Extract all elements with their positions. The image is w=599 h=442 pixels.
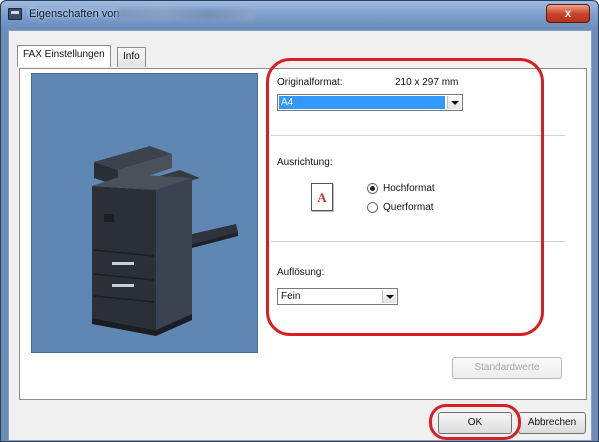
title-bar[interactable]: Eigenschaften von x — [1, 1, 598, 29]
original-format-label: Originalformat: — [277, 77, 343, 88]
original-format-value: A4 — [281, 97, 294, 108]
window-title: Eigenschaften von — [29, 8, 120, 20]
separator — [271, 135, 565, 136]
multifunction-printer-icon — [92, 146, 238, 336]
defaults-button[interactable]: Standardwerte — [452, 357, 562, 379]
cancel-button[interactable]: Abbrechen — [518, 412, 586, 434]
chevron-down-icon[interactable] — [382, 290, 396, 303]
separator — [271, 241, 565, 242]
tab-info[interactable]: Info — [117, 47, 146, 67]
device-preview — [31, 73, 258, 353]
orientation-label: Ausrichtung: — [277, 157, 333, 168]
original-format-select[interactable]: A4 — [277, 94, 463, 111]
landscape-radio[interactable] — [367, 202, 378, 213]
ok-button[interactable]: OK — [438, 412, 512, 434]
properties-window: Eigenschaften von x FAX Einstellungen In… — [0, 0, 599, 442]
landscape-label[interactable]: Querformat — [383, 202, 434, 213]
chevron-down-icon[interactable] — [447, 96, 461, 109]
printer-icon — [8, 8, 22, 20]
resolution-select[interactable]: Fein — [277, 288, 398, 305]
original-format-size: 210 x 297 mm — [395, 77, 459, 88]
dialog-client-area: FAX Einstellungen Info Originalformat: 2… — [8, 30, 592, 441]
resolution-label: Auflösung: — [277, 267, 325, 278]
portrait-page-icon: A — [311, 183, 333, 211]
portrait-radio[interactable] — [367, 183, 378, 194]
redacted-device-name — [117, 9, 255, 20]
portrait-label[interactable]: Hochformat — [383, 183, 435, 194]
tab-fax-settings[interactable]: FAX Einstellungen — [17, 45, 111, 67]
settings-group: Originalformat: 210 x 297 mm A4 Ausricht… — [271, 71, 571, 356]
close-button[interactable]: x — [546, 4, 590, 23]
resolution-value: Fein — [281, 291, 301, 302]
